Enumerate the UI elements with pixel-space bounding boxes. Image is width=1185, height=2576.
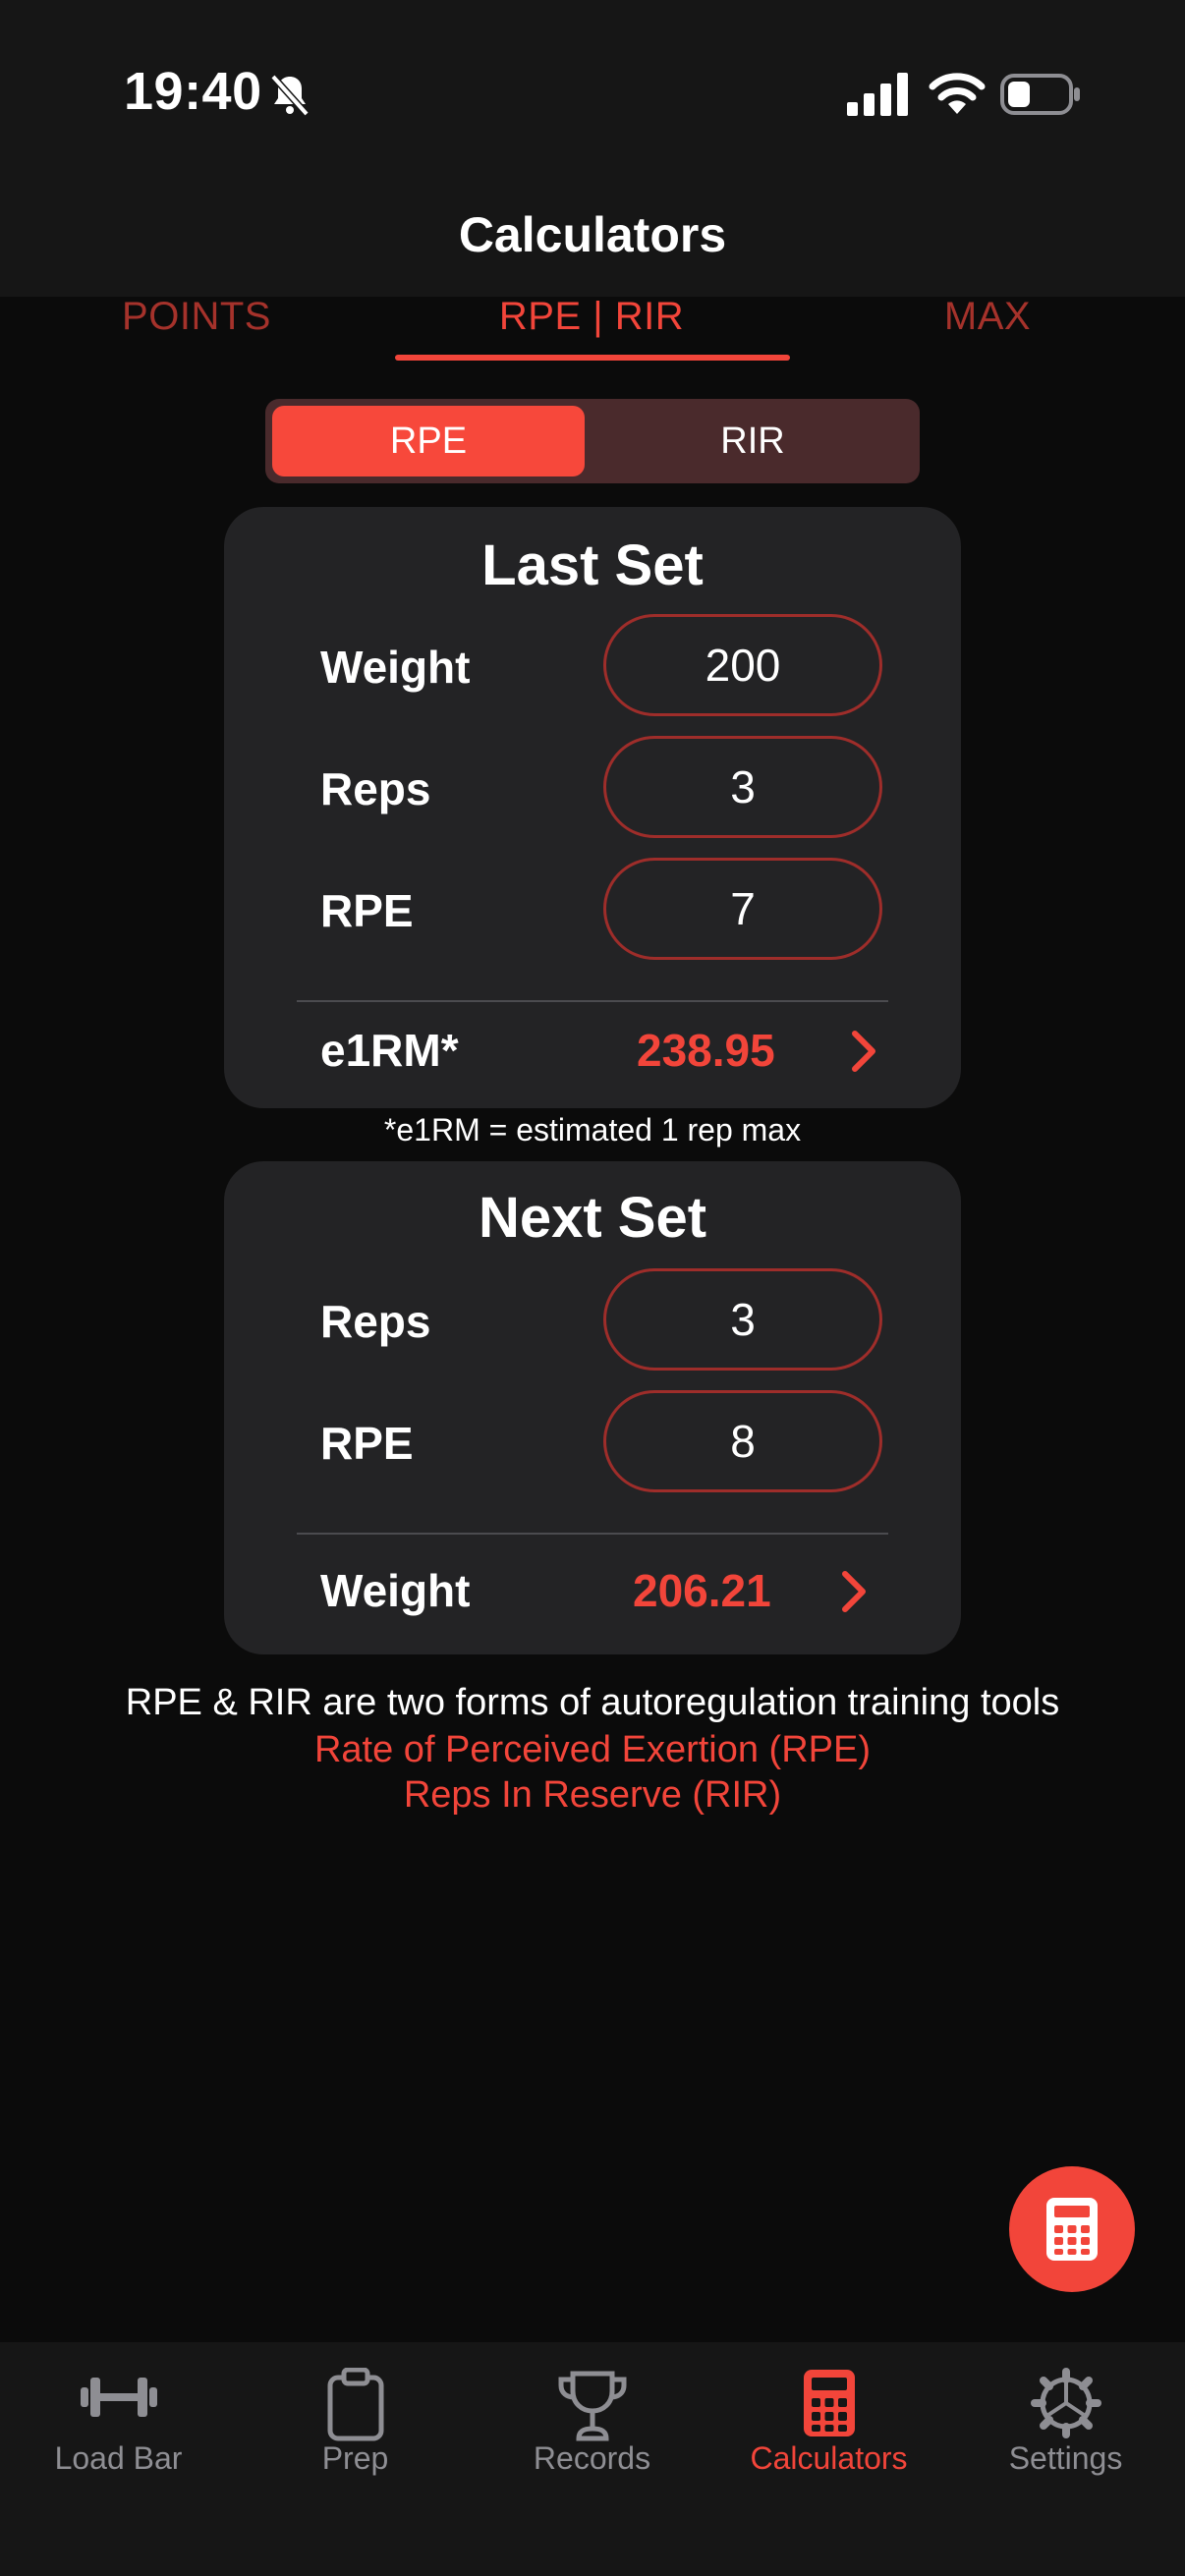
next-rpe-input[interactable]: 8 (603, 1390, 882, 1492)
dumbbell-icon (80, 2378, 157, 2417)
bottom-nav: Load Bar Prep Records Calculators Settin… (0, 2342, 1185, 2576)
nav-load-bar[interactable]: Load Bar (0, 2342, 237, 2519)
last-weight-input[interactable]: 200 (603, 614, 882, 716)
info-text: RPE & RIR are two forms of autoregulatio… (125, 1682, 1060, 1723)
chevron-right-icon[interactable] (835, 1566, 875, 1617)
nav-settings[interactable]: Settings (947, 2342, 1184, 2519)
next-weight-value[interactable]: 206.21 (633, 1564, 771, 1617)
nav-label: Prep (321, 2440, 389, 2476)
chevron-right-icon[interactable] (845, 1026, 884, 1077)
tab-max[interactable]: MAX (865, 295, 1110, 354)
nav-label: Calculators (750, 2440, 908, 2476)
rpe-info-link[interactable]: Rate of Perceived Exertion (RPE) (0, 1729, 1185, 1771)
divider (297, 1000, 888, 1002)
last-reps-input[interactable]: 3 (603, 736, 882, 838)
last-rpe-input[interactable]: 7 (603, 858, 882, 960)
rir-info-link[interactable]: Reps In Reserve (RIR) (0, 1774, 1185, 1817)
calculator-fab-button[interactable] (1009, 2166, 1135, 2292)
wifi-icon (929, 73, 986, 114)
next-reps-label: Reps (320, 1296, 431, 1347)
calculator-icon (1046, 2198, 1098, 2261)
next-reps-input[interactable]: 3 (603, 1268, 882, 1371)
e1rm-label: e1RM* (320, 1025, 459, 1076)
gear-icon (1030, 2368, 1101, 2438)
last-reps-label: Reps (320, 763, 431, 814)
tab-rpe-rir[interactable]: RPE | RIR (395, 295, 788, 354)
last-set-title: Last Set (481, 533, 704, 597)
cellular-signal-icon (847, 73, 908, 116)
nav-label: Settings (1008, 2440, 1123, 2476)
rpe-rir-segmented-control: RPE RIR (265, 399, 920, 483)
battery-icon (1000, 74, 1080, 115)
nav-prep[interactable]: Prep (237, 2342, 474, 2519)
last-rpe-label: RPE (320, 885, 414, 936)
next-weight-label: Weight (320, 1565, 471, 1616)
last-weight-label: Weight (320, 642, 471, 693)
bell-muted-icon (270, 74, 310, 117)
tab-active-indicator (395, 355, 790, 361)
page-title: Calculators (458, 207, 727, 262)
nav-calculators[interactable]: Calculators (710, 2342, 947, 2519)
nav-label: Records (533, 2440, 651, 2476)
e1rm-value[interactable]: 238.95 (637, 1024, 775, 1077)
segment-rir[interactable]: RIR (593, 406, 912, 476)
trophy-icon (558, 2371, 626, 2441)
segment-rpe[interactable]: RPE (272, 406, 585, 476)
next-rpe-label: RPE (320, 1418, 414, 1469)
calculator-icon (803, 2370, 855, 2436)
e1rm-footnote: *e1RM = estimated 1 rep max (383, 1112, 802, 1148)
divider (297, 1533, 888, 1535)
nav-label: Load Bar (54, 2440, 183, 2476)
tab-points[interactable]: POINTS (79, 295, 314, 354)
clipboard-icon (327, 2368, 383, 2441)
nav-records[interactable]: Records (474, 2342, 710, 2519)
next-set-title: Next Set (478, 1186, 707, 1250)
next-set-card: Next Set Reps 3 RPE 8 Weight 206.21 (224, 1161, 961, 1654)
status-time: 19:40 (124, 62, 262, 121)
last-set-card: Last Set Weight 200 Reps 3 RPE 7 e1RM* 2… (224, 507, 961, 1108)
